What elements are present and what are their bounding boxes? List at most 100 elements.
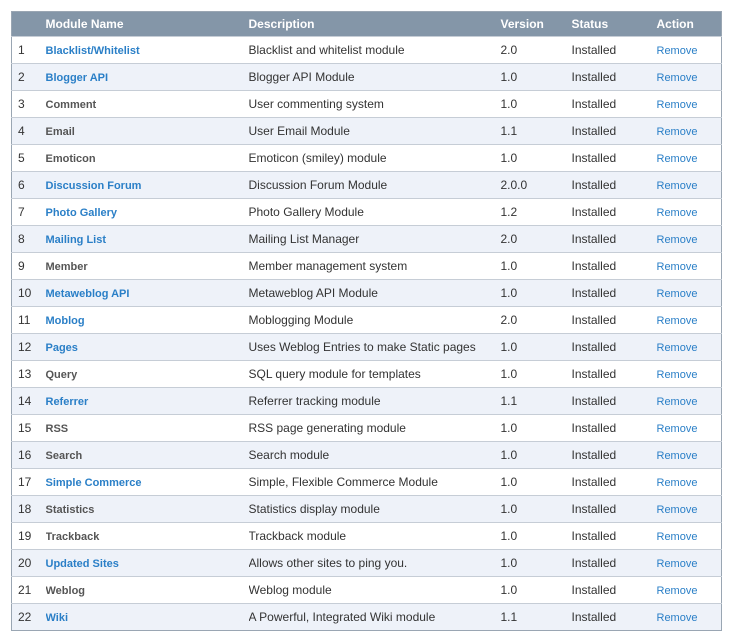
table-row: 9 Member Member management system 1.0 Instal…: [11, 252, 722, 280]
module-version: 1.0: [500, 549, 572, 577]
module-description: Blogger API Module: [248, 63, 501, 91]
remove-link[interactable]: Remove: [657, 45, 698, 57]
remove-link[interactable]: Remove: [657, 315, 698, 327]
table-row: 22 Wiki A Powerful, Integrated Wiki module…: [11, 603, 722, 631]
modules-table: Module Name Description Version Status A…: [11, 11, 722, 631]
module-name-cell: Statistics: [45, 495, 249, 523]
remove-link[interactable]: Remove: [657, 423, 698, 435]
action-cell: Remove: [656, 198, 722, 226]
module-description: RSS page generating module: [248, 414, 501, 442]
module-name-cell: Trackback: [45, 522, 249, 550]
table-row: 12 Pages Uses Weblog Entries to make Stati…: [11, 333, 722, 361]
status-installed: Installed: [571, 117, 657, 145]
row-number: 5: [11, 144, 46, 172]
row-number: 4: [11, 117, 46, 145]
module-name: Query: [45, 369, 78, 381]
row-number: 8: [11, 225, 46, 253]
remove-link[interactable]: Remove: [657, 153, 698, 165]
action-cell: Remove: [656, 144, 722, 172]
module-name: Email: [45, 126, 75, 138]
row-number: 7: [11, 198, 46, 226]
status-installed: Installed: [571, 387, 657, 415]
remove-link[interactable]: Remove: [657, 558, 698, 570]
module-version: 1.0: [500, 522, 572, 550]
status-installed: Installed: [571, 522, 657, 550]
table-row: 14 Referrer Referrer tracking module 1.1 Ins…: [11, 387, 722, 415]
header-module-name[interactable]: Module Name: [45, 11, 249, 37]
module-name-cell: Discussion Forum: [45, 171, 249, 199]
remove-link[interactable]: Remove: [657, 234, 698, 246]
remove-link[interactable]: Remove: [657, 207, 698, 219]
remove-link[interactable]: Remove: [657, 342, 698, 354]
remove-link[interactable]: Remove: [657, 450, 698, 462]
module-name-link[interactable]: Blogger API: [46, 72, 109, 84]
module-name-link[interactable]: Referrer: [46, 396, 89, 408]
module-version: 1.0: [500, 495, 572, 523]
remove-link[interactable]: Remove: [657, 369, 698, 381]
remove-link[interactable]: Remove: [657, 477, 698, 489]
remove-link[interactable]: Remove: [657, 126, 698, 138]
header-action: Action: [656, 11, 722, 37]
remove-link[interactable]: Remove: [657, 396, 698, 408]
module-description: User Email Module: [248, 117, 501, 145]
row-number: 18: [11, 495, 46, 523]
module-version: 1.1: [500, 603, 572, 631]
header-description[interactable]: Description: [248, 11, 501, 37]
status-installed: Installed: [571, 252, 657, 280]
module-name-cell: Wiki: [45, 603, 249, 631]
module-name-cell: Pages: [45, 333, 249, 361]
row-number: 13: [11, 360, 46, 388]
remove-link[interactable]: Remove: [657, 612, 698, 624]
action-cell: Remove: [656, 603, 722, 631]
module-name-link[interactable]: Wiki: [46, 612, 69, 624]
header-version[interactable]: Version: [500, 11, 572, 37]
remove-link[interactable]: Remove: [657, 585, 698, 597]
status-installed: Installed: [571, 468, 657, 496]
row-number: 21: [11, 576, 46, 604]
action-cell: Remove: [656, 252, 722, 280]
remove-link[interactable]: Remove: [657, 99, 698, 111]
module-description: Mailing List Manager: [248, 225, 501, 253]
table-row: 4 Email User Email Module 1.1 Installed Remov…: [11, 117, 722, 145]
status-installed: Installed: [571, 549, 657, 577]
status-installed: Installed: [571, 144, 657, 172]
status-installed: Installed: [571, 225, 657, 253]
module-version: 1.2: [500, 198, 572, 226]
module-name-link[interactable]: Blacklist/Whitelist: [46, 45, 140, 57]
remove-link[interactable]: Remove: [657, 261, 698, 273]
table-row: 15 RSS RSS page generating module 1.0 Instal…: [11, 414, 722, 442]
module-description: Photo Gallery Module: [248, 198, 501, 226]
action-cell: Remove: [656, 468, 722, 496]
module-name-link[interactable]: Simple Commerce: [46, 477, 142, 489]
table-row: 18 Statistics Statistics display module 1.0…: [11, 495, 722, 523]
row-number: 16: [11, 441, 46, 469]
remove-link[interactable]: Remove: [657, 72, 698, 84]
module-name: Emoticon: [45, 153, 96, 165]
module-name-cell: Weblog: [45, 576, 249, 604]
module-name-cell: Member: [45, 252, 249, 280]
module-version: 2.0: [500, 306, 572, 334]
module-description: Weblog module: [248, 576, 501, 604]
remove-link[interactable]: Remove: [657, 180, 698, 192]
remove-link[interactable]: Remove: [657, 504, 698, 516]
module-name-cell: Blogger API: [45, 63, 249, 91]
module-name-link[interactable]: Discussion Forum: [46, 180, 142, 192]
module-name: Search: [45, 450, 83, 462]
module-version: 1.0: [500, 252, 572, 280]
modules-panel: Module Name Description Version Status A…: [11, 11, 722, 631]
module-version: 1.1: [500, 117, 572, 145]
header-status[interactable]: Status: [571, 11, 657, 37]
module-name-cell: Blacklist/Whitelist: [45, 36, 249, 64]
module-name-link[interactable]: Updated Sites: [46, 558, 119, 570]
module-name-link[interactable]: Mailing List: [46, 234, 107, 246]
table-row: 7 Photo Gallery Photo Gallery Module 1.2 Ins…: [11, 198, 722, 226]
module-name-link[interactable]: Photo Gallery: [46, 207, 118, 219]
table-row: 21 Weblog Weblog module 1.0 Installed Remove: [11, 576, 722, 604]
module-name-link[interactable]: Pages: [46, 342, 78, 354]
remove-link[interactable]: Remove: [657, 531, 698, 543]
module-name-link[interactable]: Moblog: [46, 315, 85, 327]
module-name-link[interactable]: Metaweblog API: [46, 288, 130, 300]
module-name-cell: Email: [45, 117, 249, 145]
module-name-cell: Referrer: [45, 387, 249, 415]
remove-link[interactable]: Remove: [657, 288, 698, 300]
